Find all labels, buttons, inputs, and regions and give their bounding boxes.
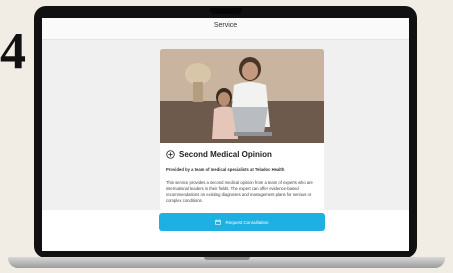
page-title: Service <box>213 22 238 29</box>
request-consultation-label: Request Consultation <box>225 219 269 225</box>
card-description: This service provides a second medical o… <box>166 180 313 203</box>
request-consultation-button[interactable]: Request Consultation <box>159 213 325 231</box>
step-number: 4 <box>0 23 26 80</box>
laptop-frame: Service Second Medical Opinion Provided … <box>34 6 417 258</box>
medical-cross-icon <box>166 150 175 159</box>
content-area: Second Medical Opinion Provided by a tea… <box>42 40 409 210</box>
trackpad-notch <box>204 257 250 260</box>
action-bar: Request Consultation <box>42 210 409 251</box>
app-header: Service <box>42 18 409 40</box>
calendar-icon <box>215 219 222 225</box>
app-screen: Service Second Medical Opinion Provided … <box>42 18 409 251</box>
service-card: Second Medical Opinion Provided by a tea… <box>160 49 324 210</box>
card-title: Second Medical Opinion <box>179 150 272 159</box>
hero-image <box>160 49 324 143</box>
camera-notch <box>210 8 242 14</box>
laptop-base <box>8 257 445 268</box>
card-subtitle: Provided by a team of medical specialist… <box>166 167 285 172</box>
